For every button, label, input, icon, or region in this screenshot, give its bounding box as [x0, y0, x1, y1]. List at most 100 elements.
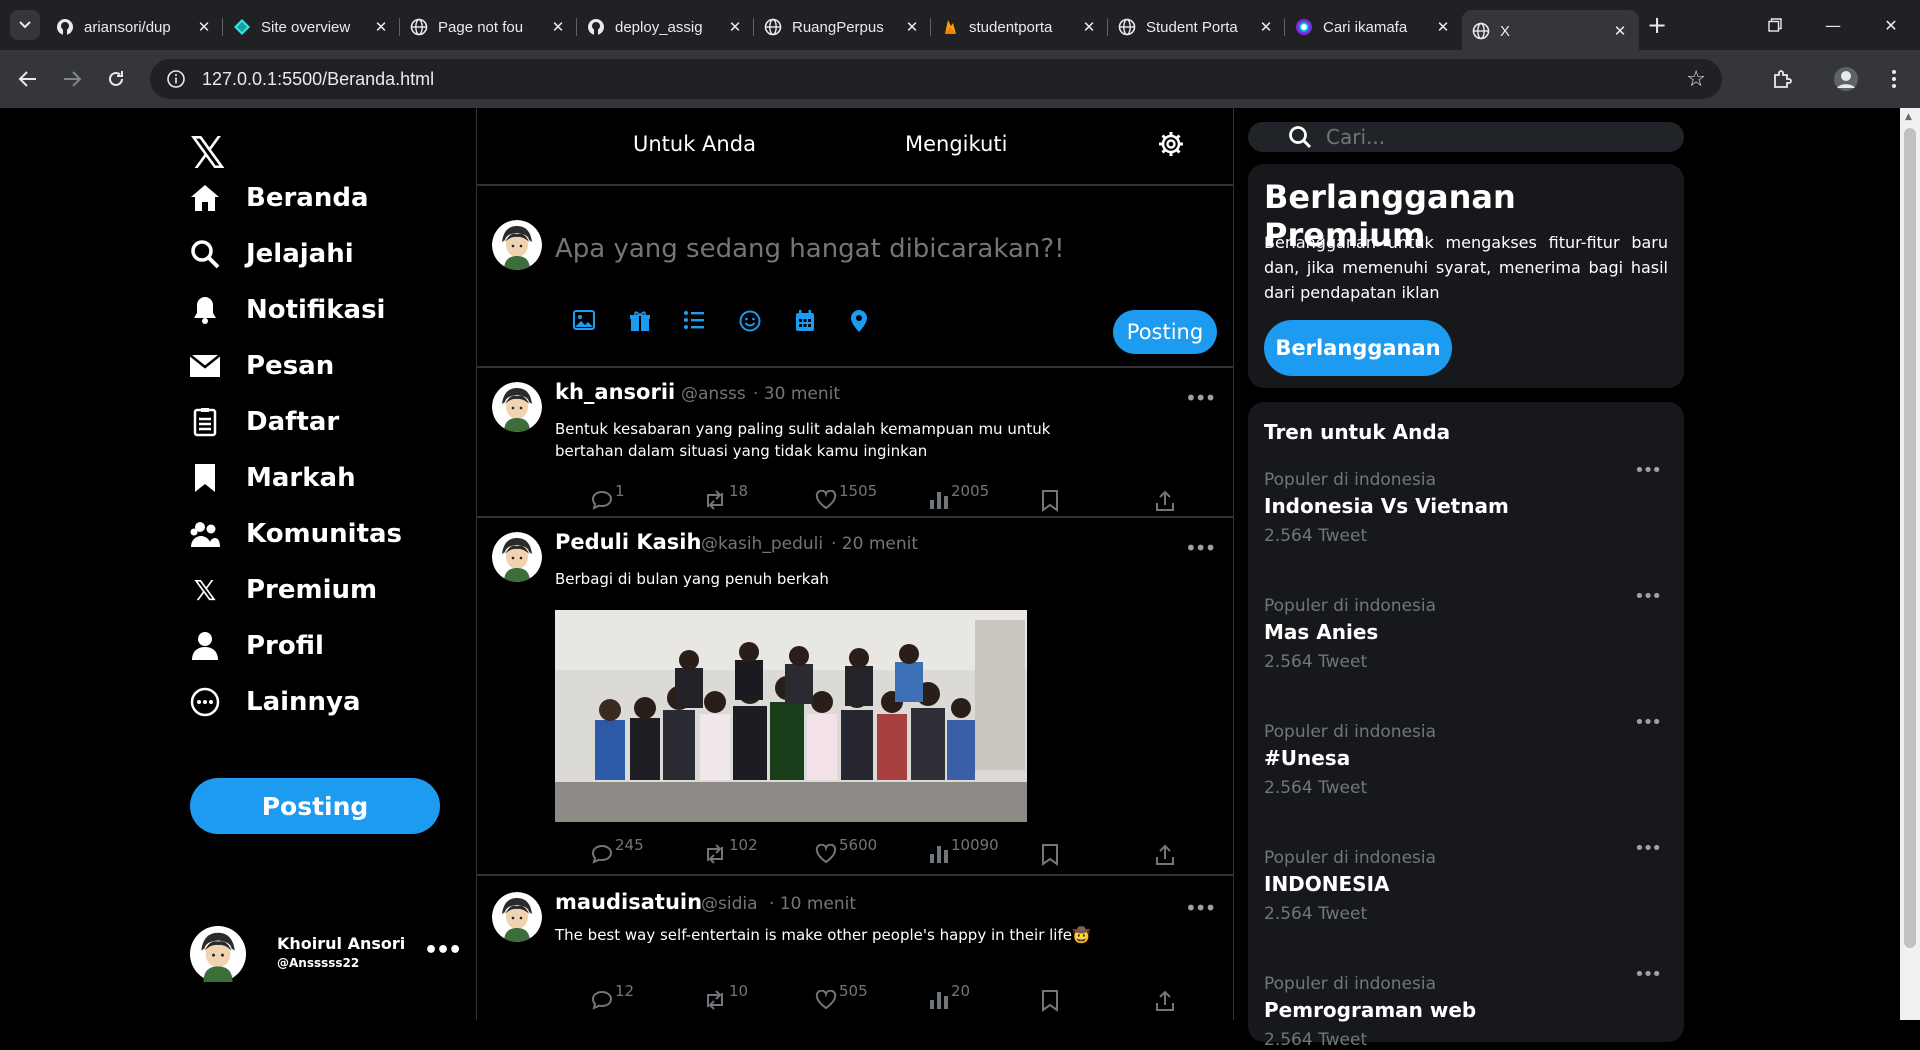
tweet-author-name[interactable]: maudisatuin: [555, 890, 702, 914]
calendar-icon[interactable]: [795, 310, 815, 336]
star-icon[interactable]: ☆: [1686, 67, 1706, 92]
trend-name[interactable]: Mas Anies: [1264, 620, 1668, 644]
bookmark-button[interactable]: [1041, 990, 1059, 1012]
like-button[interactable]: 1505: [815, 482, 877, 510]
sidebar-item-jelajahi[interactable]: Jelajahi: [188, 234, 354, 274]
browser-tab[interactable]: Page not fou ✕: [400, 10, 577, 44]
emoji-icon[interactable]: [739, 310, 761, 336]
sidebar-item-profil[interactable]: Profil: [188, 626, 324, 666]
close-icon[interactable]: ✕: [549, 18, 567, 36]
avatar[interactable]: [190, 926, 246, 982]
like-button[interactable]: 505: [815, 982, 868, 1010]
reload-button[interactable]: [94, 59, 138, 99]
compose-post-button[interactable]: Posting: [1113, 310, 1217, 354]
trend-name[interactable]: Pemrograman web: [1264, 998, 1668, 1022]
tweet-photo[interactable]: [555, 610, 1027, 822]
x-logo[interactable]: 𝕏: [190, 128, 225, 179]
avatar[interactable]: [492, 220, 542, 270]
reply-button[interactable]: 1: [591, 482, 625, 510]
tweet-more-icon[interactable]: •••: [1185, 386, 1216, 410]
trend-name[interactable]: INDONESIA: [1264, 872, 1668, 896]
sidebar-item-daftar[interactable]: Daftar: [188, 402, 339, 442]
sidebar-item-lainnya[interactable]: Lainnya: [188, 682, 361, 722]
browser-tab[interactable]: studentporta ✕: [931, 10, 1108, 44]
tweet-author-handle[interactable]: @ansss: [681, 384, 746, 404]
bookmark-button[interactable]: [1041, 844, 1059, 866]
tweet-author-name[interactable]: Peduli Kasih: [555, 530, 701, 554]
share-button[interactable]: [1155, 844, 1175, 866]
account-more-button[interactable]: •••: [424, 938, 462, 963]
trend-more-icon[interactable]: •••: [1634, 460, 1662, 481]
reply-button[interactable]: 245: [591, 836, 644, 864]
close-icon[interactable]: ✕: [1611, 22, 1629, 40]
tweet-author-handle[interactable]: @kasih_peduli: [701, 534, 823, 554]
tweet-more-icon[interactable]: •••: [1185, 896, 1216, 920]
close-window-button[interactable]: ✕: [1862, 0, 1920, 50]
retweet-button[interactable]: 10: [703, 982, 748, 1010]
bookmark-button[interactable]: [1041, 490, 1059, 512]
trend-more-icon[interactable]: •••: [1634, 838, 1662, 859]
info-icon[interactable]: [166, 69, 186, 89]
browser-tab[interactable]: Cari ikamafa ✕: [1285, 10, 1462, 44]
trend-item[interactable]: Populer di indonesia Indonesia Vs Vietna…: [1264, 460, 1668, 546]
extensions-button[interactable]: [1760, 59, 1804, 99]
avatar[interactable]: [492, 892, 542, 942]
close-icon[interactable]: ✕: [1434, 18, 1452, 36]
close-icon[interactable]: ✕: [1080, 18, 1098, 36]
sidebar-item-premium[interactable]: 𝕏 Premium: [188, 570, 377, 610]
close-icon[interactable]: ✕: [1257, 18, 1275, 36]
retweet-button[interactable]: 102: [703, 836, 758, 864]
subscribe-button[interactable]: Berlangganan: [1264, 320, 1452, 376]
scroll-up-icon[interactable]: ▲: [1905, 112, 1912, 122]
image-icon[interactable]: [573, 310, 595, 334]
compose-input[interactable]: Apa yang sedang hangat dibicarakan?!: [555, 234, 1065, 264]
share-button[interactable]: [1155, 490, 1175, 512]
trend-item[interactable]: Populer di indonesia Pemrograman web 2.5…: [1264, 964, 1668, 1050]
close-icon[interactable]: ✕: [195, 18, 213, 36]
profile-avatar-button[interactable]: [1824, 59, 1868, 99]
sidebar-item-notifikasi[interactable]: Notifikasi: [188, 290, 385, 330]
tweet-more-icon[interactable]: •••: [1185, 536, 1216, 560]
settings-gear-icon[interactable]: [1157, 130, 1185, 162]
trend-more-icon[interactable]: •••: [1634, 712, 1662, 733]
sidebar-item-markah[interactable]: Markah: [188, 458, 356, 498]
browser-tab[interactable]: Student Porta ✕: [1108, 10, 1285, 44]
sidebar-item-pesan[interactable]: Pesan: [188, 346, 334, 386]
browser-tab[interactable]: ariansori/dup ✕: [46, 10, 223, 44]
browser-tab[interactable]: RuangPerpus ✕: [754, 10, 931, 44]
browser-tab[interactable]: Site overview ✕: [223, 10, 400, 44]
address-bar[interactable]: 127.0.0.1:5500/Beranda.html ☆: [150, 59, 1722, 99]
page-scrollbar[interactable]: ▲: [1900, 108, 1920, 1020]
avatar[interactable]: [492, 382, 542, 432]
url-text[interactable]: 127.0.0.1:5500/Beranda.html: [202, 69, 434, 90]
tweet-author-handle[interactable]: @sidia: [701, 894, 758, 914]
trend-name[interactable]: #Unesa: [1264, 746, 1668, 770]
close-icon[interactable]: ✕: [372, 18, 390, 36]
close-icon[interactable]: ✕: [903, 18, 921, 36]
trend-more-icon[interactable]: •••: [1634, 964, 1662, 985]
tab-mengikuti[interactable]: Mengikuti: [905, 132, 1007, 156]
close-icon[interactable]: ✕: [726, 18, 744, 36]
new-tab-button[interactable]: +: [1639, 11, 1675, 39]
reply-button[interactable]: 12: [591, 982, 634, 1010]
sidebar-item-beranda[interactable]: Beranda: [188, 178, 368, 218]
forward-button[interactable]: [50, 59, 94, 99]
avatar[interactable]: [492, 532, 542, 582]
share-button[interactable]: [1155, 990, 1175, 1012]
location-pin-icon[interactable]: [851, 310, 867, 336]
views-button[interactable]: 2005: [929, 482, 989, 510]
retweet-button[interactable]: 18: [703, 482, 748, 510]
trend-item[interactable]: Populer di indonesia Mas Anies 2.564 Twe…: [1264, 586, 1668, 672]
views-button[interactable]: 20: [929, 982, 970, 1010]
tab-untuk-anda[interactable]: Untuk Anda: [633, 132, 756, 156]
post-button[interactable]: Posting: [190, 778, 440, 834]
browser-tab-active[interactable]: X ✕: [1462, 10, 1639, 52]
sidebar-item-komunitas[interactable]: Komunitas: [188, 514, 402, 554]
views-button[interactable]: 10090: [929, 836, 999, 864]
restore-button[interactable]: [1746, 0, 1804, 50]
browser-menu-button[interactable]: [1872, 59, 1916, 99]
like-button[interactable]: 5600: [815, 836, 877, 864]
trend-name[interactable]: Indonesia Vs Vietnam: [1264, 494, 1668, 518]
scrollbar-thumb[interactable]: [1904, 128, 1916, 948]
tab-search-button[interactable]: [10, 10, 40, 40]
